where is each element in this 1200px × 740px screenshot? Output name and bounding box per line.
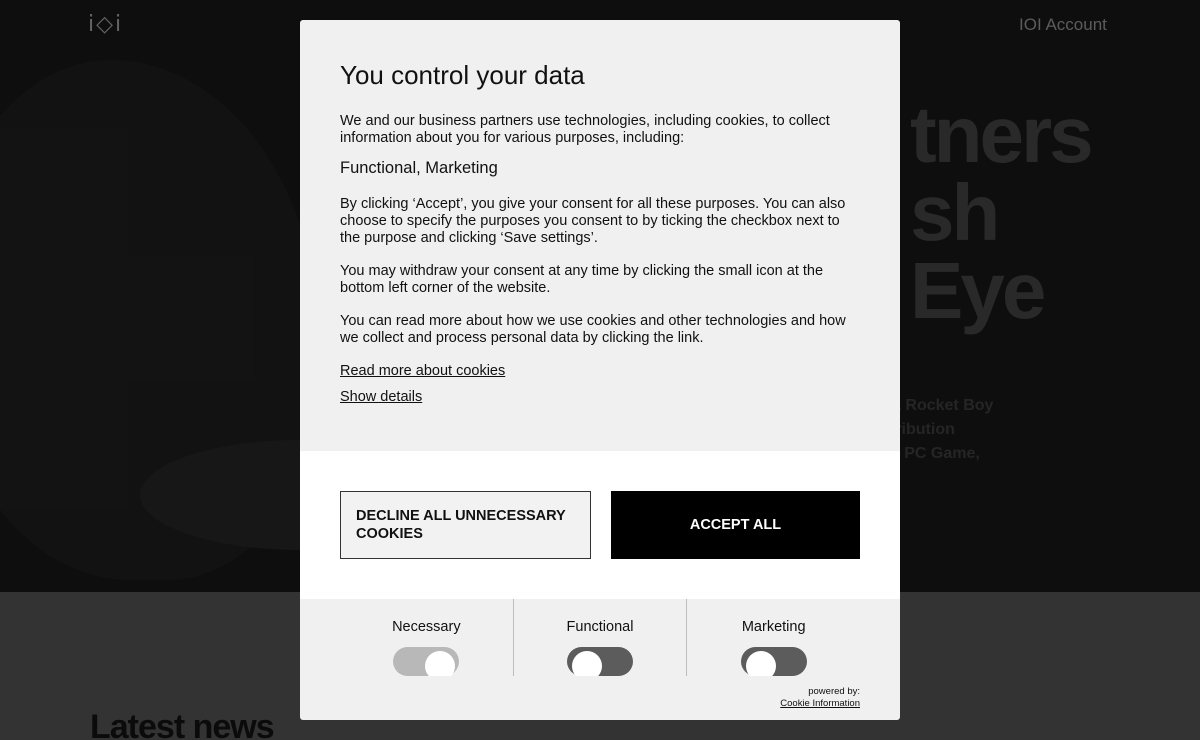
switch-knob (745, 651, 776, 676)
cookie-information-link[interactable]: Cookie Information (780, 698, 860, 710)
dialog-actions: DECLINE ALL UNNECESSARY COOKIES ACCEPT A… (300, 451, 900, 599)
functional-switch[interactable] (567, 647, 633, 676)
read-more-text: You can read more about how we use cooki… (340, 313, 846, 346)
dialog-title: You control your data (340, 60, 585, 90)
powered-by: powered by: Cookie Information (780, 686, 860, 710)
consent-text: By clicking ‘Accept’, you give your cons… (340, 196, 846, 246)
toggle-necessary: Necessary (340, 599, 513, 676)
show-details-link[interactable]: Show details (340, 389, 860, 405)
cookie-consent-dialog: You control your data We and our busines… (300, 20, 900, 720)
marketing-switch[interactable] (740, 647, 807, 676)
toggle-label: Necessary (392, 619, 461, 635)
dialog-body: You control your data We and our busines… (300, 20, 900, 451)
intro-text: We and our business partners use technol… (340, 113, 830, 146)
powered-by-label: powered by: (808, 686, 860, 697)
switch-knob (572, 651, 602, 676)
purposes-list: Functional, Marketing (340, 159, 498, 177)
withdraw-text: You may withdraw your consent at any tim… (340, 263, 824, 296)
necessary-switch[interactable] (393, 647, 460, 676)
toggle-marketing: Marketing (686, 599, 860, 676)
purpose-toggles: Necessary Functional Marketing (300, 599, 900, 676)
decline-unnecessary-button[interactable]: DECLINE ALL UNNECESSARY COOKIES (340, 491, 591, 559)
toggle-functional: Functional (512, 599, 687, 676)
toggle-label: Marketing (741, 619, 806, 635)
switch-knob (425, 651, 456, 676)
toggle-label: Functional (566, 619, 634, 635)
accept-all-button[interactable]: ACCEPT ALL (611, 491, 860, 559)
read-more-cookies-link[interactable]: Read more about cookies (340, 363, 860, 379)
